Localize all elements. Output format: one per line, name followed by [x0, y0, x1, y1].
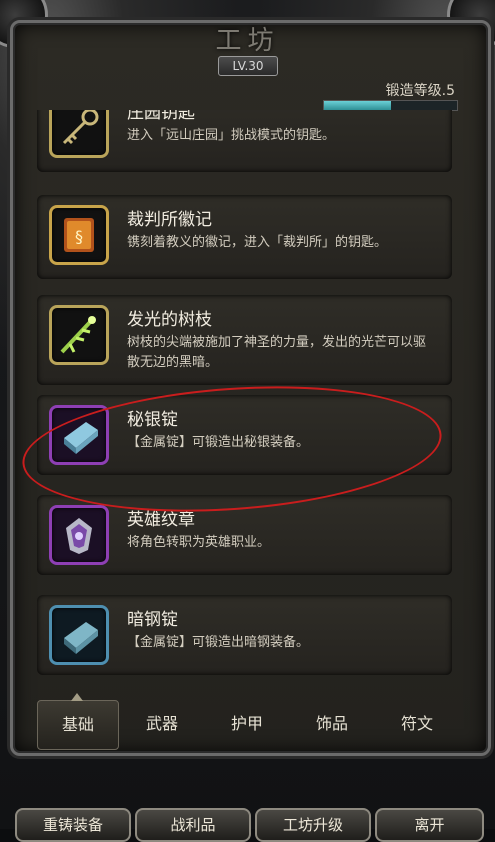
workshop-upgrade-button[interactable]: 工坊升级 — [255, 808, 371, 842]
tab-runes[interactable]: 符文 — [377, 700, 457, 748]
list-item[interactable]: 英雄纹章 将角色转职为英雄职业。 — [37, 495, 452, 575]
item-name: 暗钢锭 — [127, 610, 178, 630]
forge-progress-fill — [324, 101, 391, 110]
item-name: 英雄纹章 — [127, 510, 195, 530]
branch-icon — [60, 316, 96, 354]
item-description: 【金属锭】可锻造出秘银装备。 — [127, 435, 310, 450]
item-list[interactable]: 庄园钥匙 进入「远山庄园」挑战模式的钥匙。 § 裁判所徽记 镌刻着教义的徽记，进… — [37, 110, 452, 690]
loot-button[interactable]: 战利品 — [135, 808, 251, 842]
forge-level-label: 锻造等级.5 — [385, 83, 455, 99]
tab-label: 武器 — [145, 714, 178, 733]
list-item[interactable]: § 裁判所徽记 镌刻着教义的徽记，进入「裁判所」的钥匙。 — [37, 195, 452, 279]
tab-label: 护甲 — [230, 714, 263, 733]
item-name: 裁判所徽记 — [127, 210, 212, 230]
category-tabs: 基础 武器 护甲 饰品 符文 — [37, 693, 452, 750]
item-icon-frame — [49, 505, 109, 565]
item-icon-frame: § — [49, 205, 109, 265]
emblem-icon: § — [64, 218, 94, 252]
leave-button[interactable]: 离开 — [375, 808, 484, 842]
item-name: 庄园钥匙 — [127, 110, 195, 123]
tab-weapons[interactable]: 武器 — [122, 700, 202, 748]
list-item[interactable]: 庄园钥匙 进入「远山庄园」挑战模式的钥匙。 — [37, 110, 452, 172]
bottom-action-bar: 重铸装备 战利品 工坊升级 离开 — [0, 796, 495, 842]
svg-text:§: § — [75, 227, 83, 246]
item-icon-frame — [49, 305, 109, 365]
item-name: 发光的树枝 — [127, 310, 212, 330]
list-item[interactable]: 暗钢锭 【金属锭】可锻造出暗钢装备。 — [37, 595, 452, 675]
list-item[interactable]: 发光的树枝 树枝的尖端被施加了神圣的力量，发出的光芒可以驱散无边的黑暗。 — [37, 295, 452, 385]
tab-basic[interactable]: 基础 — [37, 693, 119, 750]
list-item[interactable]: 秘银锭 【金属锭】可锻造出秘银装备。 — [37, 395, 452, 475]
item-description: 将角色转职为英雄职业。 — [127, 535, 271, 550]
item-icon-frame — [49, 110, 109, 158]
tab-accessories[interactable]: 饰品 — [292, 700, 372, 748]
active-tab-marker-icon — [71, 693, 83, 701]
item-description: 镌刻着教义的徽记，进入「裁判所」的钥匙。 — [127, 235, 388, 250]
tab-armor[interactable]: 护甲 — [207, 700, 287, 748]
item-description: 【金属锭】可锻造出暗钢装备。 — [127, 635, 310, 650]
item-description: 进入「远山庄园」挑战模式的钥匙。 — [127, 128, 336, 143]
tab-label: 饰品 — [315, 714, 348, 733]
page-title: 工坊 — [215, 26, 280, 56]
tab-label: 基础 — [61, 715, 94, 734]
darksteel-ingot-icon — [64, 622, 98, 654]
item-icon-frame — [49, 405, 109, 465]
item-icon-frame — [49, 605, 109, 665]
item-description: 树枝的尖端被施加了神圣的力量，发出的光芒可以驱散无边的黑暗。 — [127, 335, 427, 370]
key-icon — [62, 110, 99, 145]
hero-crest-icon — [66, 518, 92, 554]
recast-equipment-button[interactable]: 重铸装备 — [15, 808, 131, 842]
item-name: 秘银锭 — [127, 410, 178, 430]
mithril-ingot-icon — [64, 422, 98, 454]
tab-label: 符文 — [400, 714, 433, 733]
level-badge: LV.30 — [218, 56, 278, 76]
